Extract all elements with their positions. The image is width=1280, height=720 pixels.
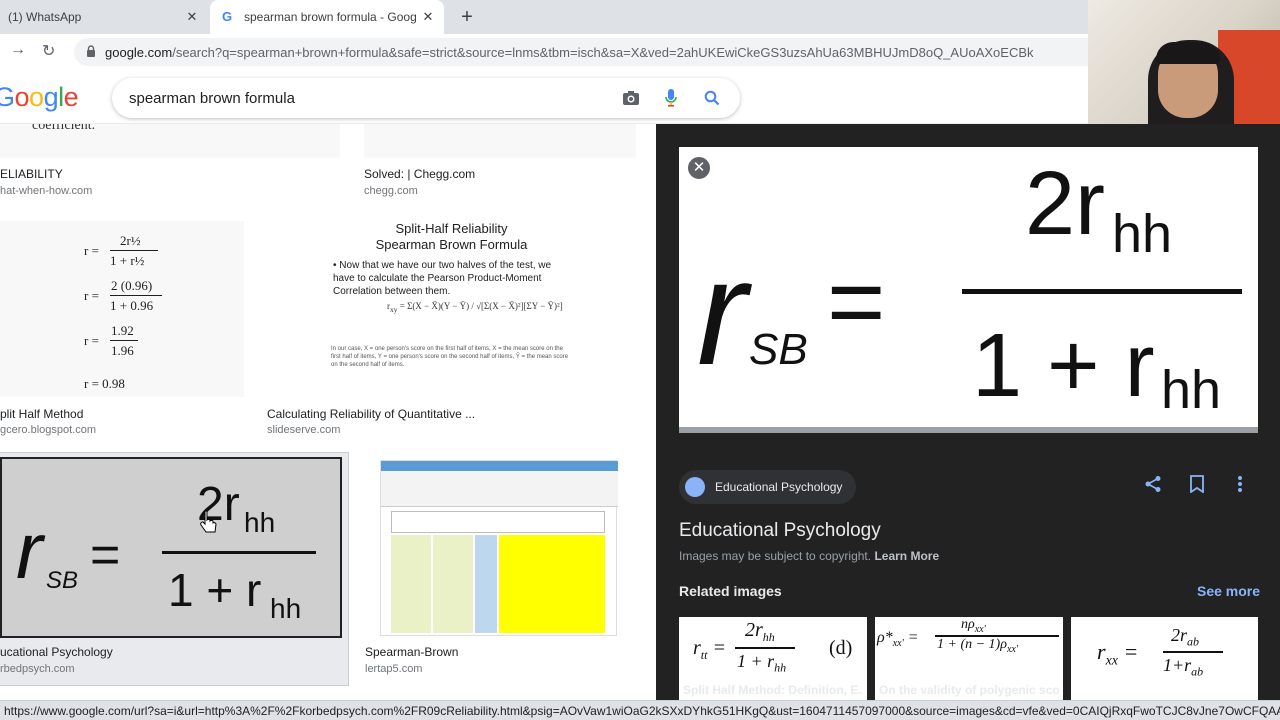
copyright-note: Images may be subject to copyright. Lear… bbox=[679, 549, 940, 563]
mouse-cursor-icon bbox=[200, 511, 217, 533]
bookmark-icon[interactable] bbox=[1185, 475, 1209, 499]
person-hair bbox=[1156, 42, 1220, 64]
browser-toolbar: → ↻ google.com/search?q=spearman+brown+f… bbox=[0, 34, 1114, 70]
close-tab-icon[interactable]: ✕ bbox=[184, 9, 200, 25]
result-source[interactable]: hat-when-how.com bbox=[0, 185, 340, 197]
result-caption[interactable]: Calculating Reliability of Quantitative … bbox=[267, 407, 636, 421]
share-icon[interactable] bbox=[1141, 475, 1165, 499]
see-more-link[interactable]: See more bbox=[1197, 583, 1260, 599]
result-thumb-1[interactable]: coefficient. bbox=[0, 124, 340, 158]
site-chip-label: Educational Psychology bbox=[715, 480, 843, 494]
image-results-grid: coefficient. ELIABILITY hat-when-how.com… bbox=[0, 124, 656, 700]
fraction-bar bbox=[962, 289, 1242, 294]
fraction-bar bbox=[162, 551, 316, 554]
status-bar-url: https://www.google.com/url?sa=i&url=http… bbox=[0, 700, 1280, 720]
site-chip[interactable]: Educational Psychology bbox=[679, 470, 857, 504]
image-preview-panel: r SB = 2r hh 1 + r hh ✕ Educational Psyc… bbox=[656, 124, 1280, 700]
url-domain: google.com bbox=[105, 45, 173, 60]
forward-icon[interactable]: → bbox=[10, 41, 26, 59]
result-source[interactable]: rbedpsych.com bbox=[0, 663, 340, 675]
result-thumb-3[interactable]: r = 2r½ 1 + r½ r = 2 (0.96) 1 + 0.96 r =… bbox=[0, 221, 244, 397]
tab-google-search[interactable]: G spearman brown formula - Goog ✕ bbox=[210, 0, 444, 34]
result-caption[interactable]: ELIABILITY bbox=[0, 167, 340, 181]
close-preview-icon[interactable]: ✕ bbox=[686, 155, 712, 181]
webcam-overlay bbox=[1088, 0, 1280, 124]
tab-title: (1) WhatsApp bbox=[8, 10, 82, 24]
google-favicon-icon: G bbox=[222, 9, 233, 24]
result-source[interactable]: gcero.blogspot.com bbox=[0, 424, 244, 436]
result-source[interactable]: chegg.com bbox=[364, 185, 636, 197]
image-bottom-border bbox=[679, 427, 1258, 433]
tab-title: spearman brown formula - Goog bbox=[244, 10, 417, 24]
preview-title[interactable]: Educational Psychology bbox=[679, 520, 881, 542]
google-logo[interactable]: Google bbox=[0, 82, 79, 113]
tab-whatsapp[interactable]: (1) WhatsApp ✕ bbox=[0, 0, 208, 34]
result-thumb-4[interactable]: Split-Half Reliability Spearman Brown Fo… bbox=[267, 221, 636, 397]
close-tab-icon[interactable]: ✕ bbox=[420, 9, 436, 25]
result-caption[interactable]: Solved: | Chegg.com bbox=[364, 167, 636, 181]
result-caption[interactable]: ucational Psychology bbox=[0, 645, 340, 659]
globe-icon bbox=[685, 477, 705, 497]
result-thumb-6[interactable] bbox=[380, 460, 618, 636]
address-bar[interactable]: google.com/search?q=spearman+brown+formu… bbox=[74, 38, 1114, 66]
search-input[interactable] bbox=[129, 87, 609, 109]
result-source[interactable]: slideserve.com bbox=[267, 424, 636, 436]
related-caption[interactable]: On the validity of polygenic sco... bbox=[879, 683, 1059, 697]
url-path: /search?q=spearman+brown+formula&safe=st… bbox=[172, 45, 1034, 60]
result-caption[interactable]: Spearman-Brown bbox=[365, 645, 637, 659]
related-thumb-3[interactable]: rxx = 2rab 1+rab bbox=[1071, 617, 1258, 700]
slide-bullet: • Now that we have our two halves of the… bbox=[333, 260, 552, 297]
url-text: google.com/search?q=spearman+brown+formu… bbox=[105, 45, 1095, 60]
lock-icon bbox=[87, 45, 95, 57]
microphone-icon[interactable] bbox=[665, 88, 677, 108]
tab-strip: (1) WhatsApp ✕ G spearman brown formula … bbox=[0, 0, 1088, 34]
learn-more-link[interactable]: Learn More bbox=[874, 549, 939, 563]
result-thumb-5[interactable]: r SB = 2r hh 1 + r hh bbox=[0, 457, 342, 638]
result-thumb-2[interactable] bbox=[364, 124, 636, 158]
related-images-heading: Related images bbox=[679, 583, 782, 599]
result-source[interactable]: lertap5.com bbox=[365, 663, 637, 675]
new-tab-icon[interactable]: + bbox=[456, 6, 478, 29]
slide-equation: rxy = Σ(X − X̄)(Y − Ȳ) / √[Σ(X − X̄)²][Σ… bbox=[387, 301, 563, 314]
preview-image[interactable]: r SB = 2r hh 1 + r hh bbox=[679, 147, 1258, 433]
related-caption[interactable]: Split Half Method: Definition, E... bbox=[683, 683, 863, 697]
reload-icon[interactable]: ↻ bbox=[42, 41, 55, 61]
more-options-icon[interactable] bbox=[1228, 475, 1252, 499]
camera-icon[interactable] bbox=[622, 90, 640, 106]
math-line: r = 0.98 bbox=[84, 376, 125, 391]
search-box bbox=[112, 78, 740, 118]
search-icon[interactable] bbox=[704, 90, 720, 106]
result-caption[interactable]: plit Half Method bbox=[0, 407, 244, 421]
